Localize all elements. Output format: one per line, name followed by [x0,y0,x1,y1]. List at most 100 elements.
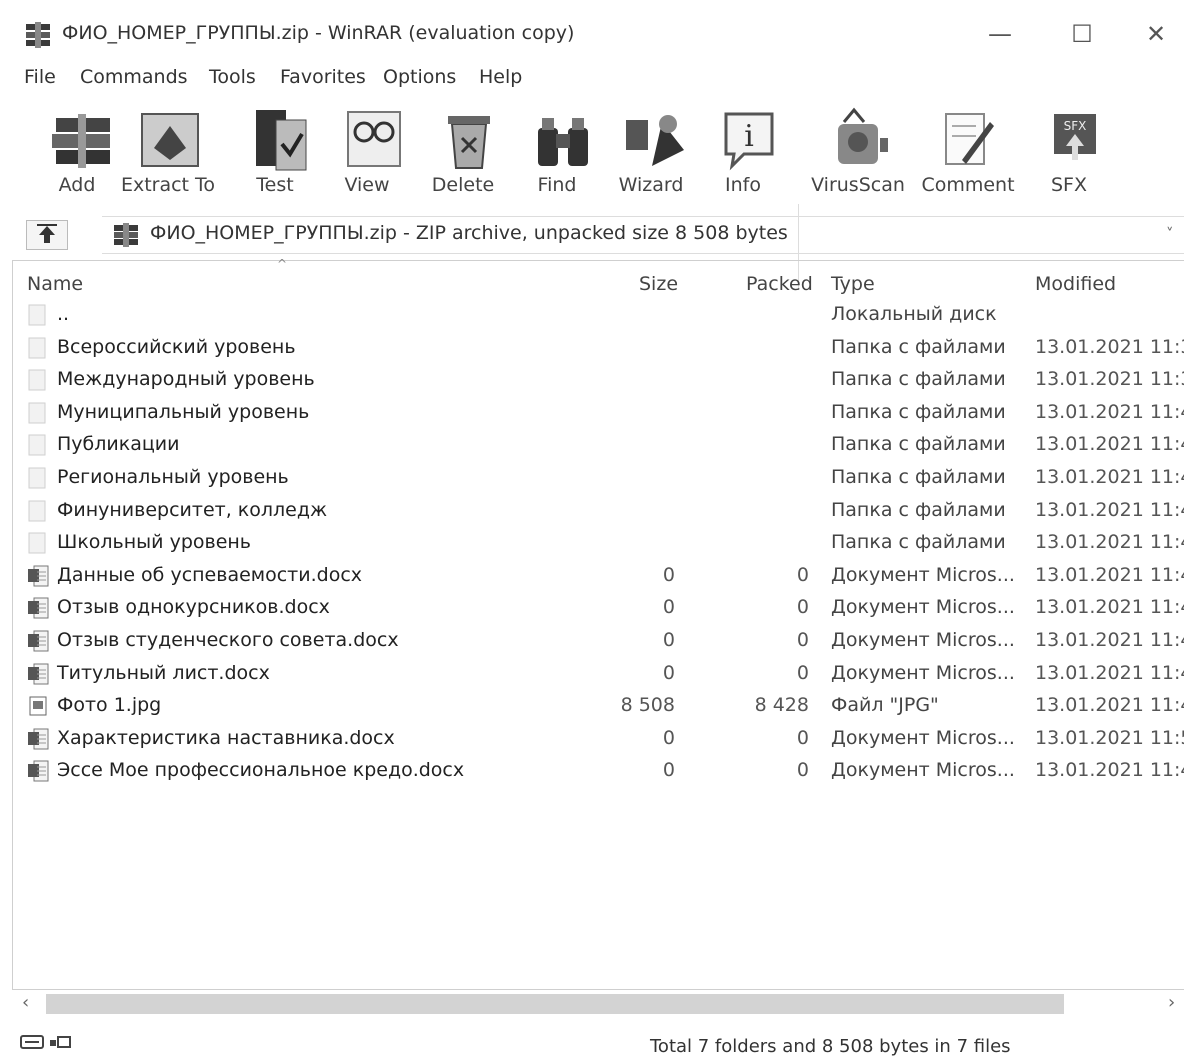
folder-icon [28,337,46,359]
file-type: Папка с файлами [831,531,1006,554]
up-arrow-icon [37,224,57,243]
file-modified: 13.01.2021 11:40 [1035,400,1184,423]
folder-extract-icon [141,113,199,167]
virusscan-button[interactable]: VirusScan [808,100,908,202]
books-add-icon [52,114,110,168]
word-document-icon [28,760,49,782]
sfx-button[interactable]: SFX SFX [1024,100,1114,202]
window-title: ФИО_НОМЕР_ГРУППЫ.zip - WinRAR (evaluatio… [62,22,575,44]
test-button[interactable]: Test [230,100,320,202]
file-type: Документ Micros... [831,661,1015,684]
file-row[interactable]: Международный уровень Папка с файлами 13.0… [13,364,1184,396]
add-button[interactable]: Add [32,100,122,202]
file-type: Папка с файлами [831,498,1006,521]
file-row[interactable]: Муниципальный уровень Папка с файлами 13.0… [13,397,1184,429]
chevron-down-icon[interactable]: ˅ [1166,225,1174,243]
find-button[interactable]: Find [512,100,602,202]
file-row[interactable]: Школьный уровень Папка с файлами 13.01.202… [13,527,1184,559]
file-type: Локальный диск [831,303,997,325]
menu-commands[interactable]: Commands [80,66,188,88]
file-name: Отзыв однокурсников.docx [57,596,330,619]
maximize-button[interactable]: ☐ [1054,14,1110,54]
svg-text:i: i [744,119,754,154]
file-row[interactable]: Региональный уровень Папка с файлами 13.01… [13,462,1184,494]
sfx-icon: SFX [1054,114,1096,160]
delete-label: Delete [431,174,495,196]
file-row[interactable]: Данные об успеваемости.docx 0 0 Документ Mi… [13,560,1184,592]
comment-button[interactable]: Comment [916,100,1020,202]
svg-text:SFX: SFX [1064,119,1087,133]
file-size: 0 [662,661,675,684]
file-name: Характеристика наставника.docx [57,726,395,749]
column-header-modified[interactable]: Modified [1035,273,1116,295]
file-name: Титульный лист.docx [57,661,270,684]
scroll-right-arrow-icon[interactable]: › [1168,992,1175,1013]
scrollbar-thumb[interactable] [46,994,1064,1014]
file-type: Папка с файлами [831,400,1006,423]
file-modified: 13.01.2021 11:46 [1035,596,1184,619]
info-button[interactable]: i Info [698,100,788,202]
close-button[interactable]: ✕ [1128,14,1184,54]
file-row[interactable]: Отзыв студенческого совета.docx 0 0 Докумен… [13,625,1184,657]
folder-icon [28,304,46,326]
archive-icon [114,223,138,247]
status-bar: Total 7 folders and 8 508 bytes in 7 fil… [0,1022,1184,1059]
title-bar[interactable]: ФИО_НОМЕР_ГРУППЫ.zip - WinRAR (evaluatio… [0,0,1184,62]
view-button[interactable]: View [322,100,412,202]
toolbar: Add Extract To Test View Delete Find Wiz… [0,96,1184,288]
horizontal-scrollbar[interactable]: ‹ › [12,990,1184,1020]
file-row[interactable]: Финуниверситет, колледж Папка с файлами 13… [13,495,1184,527]
file-size: 8 508 [620,694,675,717]
drive-status-icon[interactable] [20,1032,76,1052]
delete-button[interactable]: Delete [418,100,508,202]
column-header-packed[interactable]: Packed [746,273,813,295]
file-row[interactable]: Фото 1.jpg 8 508 8 428 Файл "JPG" 13.01.2021… [13,690,1184,722]
menu-file[interactable]: File [24,66,56,88]
folder-icon [28,402,46,424]
scroll-left-arrow-icon[interactable]: ‹ [22,992,29,1013]
column-header-size[interactable]: Size [639,273,678,295]
file-list[interactable]: ^ Name Size Packed Type Modified .. Локал… [12,257,1184,990]
path-dropdown[interactable]: ФИО_НОМЕР_ГРУППЫ.zip - ZIP archive, unpa… [102,216,1184,254]
file-packed: 0 [796,596,809,619]
file-modified: 13.01.2021 11:37 [1035,335,1184,358]
folder-icon [28,369,46,391]
file-name: Отзыв студенческого совета.docx [57,629,399,651]
info-icon: i [724,112,774,171]
wizard-icon [626,115,684,166]
file-type: Документ Micros... [831,563,1015,586]
file-type: Документ Micros... [831,629,1015,651]
menu-bar: File Commands Tools Favorites Options He… [0,62,1184,94]
test-icon [256,110,307,171]
file-packed: 0 [796,661,809,684]
file-row[interactable]: Отзыв однокурсников.docx 0 0 Документ Micro… [13,592,1184,624]
menu-tools[interactable]: Tools [209,66,256,88]
path-text: ФИО_НОМЕР_ГРУППЫ.zip - ZIP archive, unpa… [150,222,788,244]
file-modified: 13.01.2021 11:47 [1035,694,1184,717]
menu-favorites[interactable]: Favorites [280,66,366,88]
file-row[interactable]: Характеристика наставника.docx 0 0 Документ… [13,723,1184,755]
menu-help[interactable]: Help [479,66,522,88]
column-header-type[interactable]: Type [831,273,875,295]
binoculars-icon [538,118,588,166]
up-folder-button[interactable] [26,220,68,250]
extract-to-button[interactable]: Extract To [118,100,218,202]
file-row[interactable]: Всероссийский уровень Папка с файлами 13.0… [13,332,1184,364]
comment-icon [945,113,994,165]
wizard-button[interactable]: Wizard [606,100,696,202]
file-type: Папка с файлами [831,368,1006,391]
file-packed: 0 [796,629,809,651]
menu-options[interactable]: Options [383,66,456,88]
column-header-name[interactable]: Name [27,273,83,295]
wizard-label: Wizard [618,174,684,196]
file-row[interactable]: Эссе Мое профессиональное кредо.docx 0 0 До… [13,755,1184,787]
minimize-button[interactable]: — [972,14,1028,54]
file-row[interactable]: Публикации Папка с файлами 13.01.2021 11:4… [13,429,1184,461]
file-name: Данные об успеваемости.docx [57,563,363,586]
file-row[interactable]: Титульный лист.docx 0 0 Документ Micros... 1… [13,658,1184,690]
file-packed: 8 428 [754,694,809,717]
word-document-icon [28,728,49,750]
virusscan-label: VirusScan [811,174,905,196]
file-row[interactable]: .. Локальный диск [13,299,1184,331]
file-name: Муниципальный уровень [57,400,310,423]
